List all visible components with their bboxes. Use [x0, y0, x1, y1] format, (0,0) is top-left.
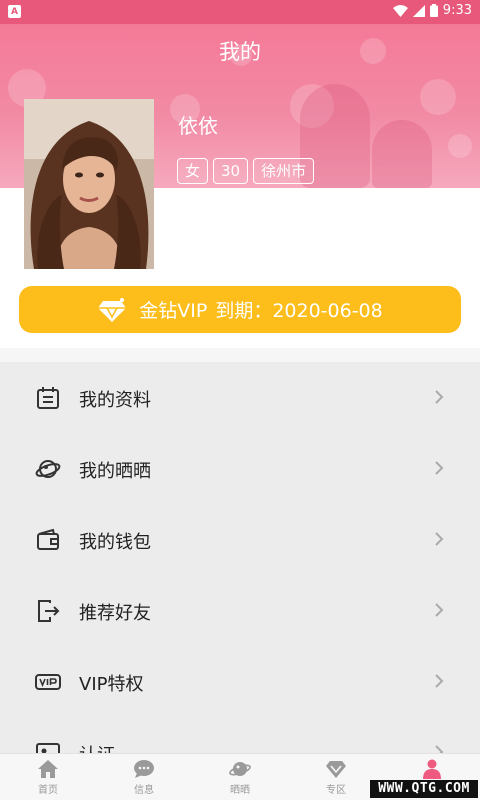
nav-tab-posts[interactable]: 晒晒 [192, 754, 288, 800]
watermark: WWW.QTG.COM [370, 780, 478, 798]
menu-item-label: 推荐好友 [79, 603, 151, 624]
chevron-right-icon [435, 532, 444, 546]
chevron-right-icon [435, 461, 444, 475]
planet-icon [229, 762, 251, 776]
wallet-icon [37, 528, 59, 550]
menu-item-label: 我的晒晒 [79, 461, 151, 482]
diamond-icon [326, 761, 346, 778]
nav-tab-messages[interactable]: 信息 [96, 754, 192, 800]
nav-label: 专区 [326, 785, 346, 796]
bokeh-decoration [448, 134, 472, 158]
page-title: 我的 [219, 40, 261, 64]
notification-icon: A [8, 5, 21, 18]
nav-label: 首页 [38, 785, 58, 796]
avatar[interactable] [24, 99, 154, 269]
age-tag: 30 [213, 158, 249, 184]
wifi-icon [392, 4, 408, 17]
person-icon [423, 759, 441, 779]
profile-tags: 女 30 徐州市 [177, 158, 315, 184]
nav-label: 晒晒 [230, 785, 250, 796]
share-exit-icon [38, 600, 60, 622]
vip-expiry-label: 到期：2020-06-08 [215, 300, 383, 322]
section-divider [0, 348, 480, 362]
couple-silhouette [372, 120, 432, 188]
menu-item-posts[interactable]: 我的晒晒 [0, 433, 480, 504]
city-tag: 徐州市 [253, 158, 315, 184]
nav-tab-home[interactable]: 首页 [0, 754, 96, 800]
bokeh-decoration [420, 79, 456, 115]
chat-icon [134, 760, 154, 778]
menu-item-label: VIP特权 [79, 674, 144, 695]
vip-status-bar[interactable]: 金钻VIP 到期：2020-06-08 [19, 286, 461, 333]
calendar-icon [37, 387, 59, 409]
menu-item-invite[interactable]: 推荐好友 [0, 575, 480, 646]
signal-icon [412, 4, 425, 17]
user-name: 依依 [178, 114, 218, 138]
profile-screen: A 9:33 我的 依依 女 30 徐州市 金钻VIP 到期：2020-06-0… [0, 0, 480, 800]
status-icons: 9:33 [392, 3, 472, 18]
menu-item-vip-privileges[interactable]: VIP特权 [0, 646, 480, 717]
nav-label: 信息 [134, 785, 154, 796]
vip-level-label: 金钻VIP [139, 300, 208, 322]
home-icon [38, 760, 58, 778]
menu-item-wallet[interactable]: 我的钱包 [0, 504, 480, 575]
chevron-right-icon [435, 390, 444, 404]
menu-list: 我的资料 我的晒晒 我的钱包 推荐好友 VIP特权 [0, 362, 480, 788]
avatar-portrait [24, 99, 154, 269]
chevron-right-icon [435, 674, 444, 688]
diamond-icon [98, 297, 127, 322]
status-bar: A 9:33 [0, 0, 480, 24]
menu-item-label: 我的钱包 [79, 532, 151, 553]
menu-item-profile[interactable]: 我的资料 [0, 362, 480, 433]
status-time: 9:33 [442, 3, 472, 18]
battery-icon [429, 4, 438, 17]
vip-badge-icon [35, 674, 61, 690]
gender-tag: 女 [177, 158, 209, 184]
planet-icon [35, 460, 61, 478]
menu-item-label: 我的资料 [79, 390, 151, 411]
chevron-right-icon [435, 603, 444, 617]
